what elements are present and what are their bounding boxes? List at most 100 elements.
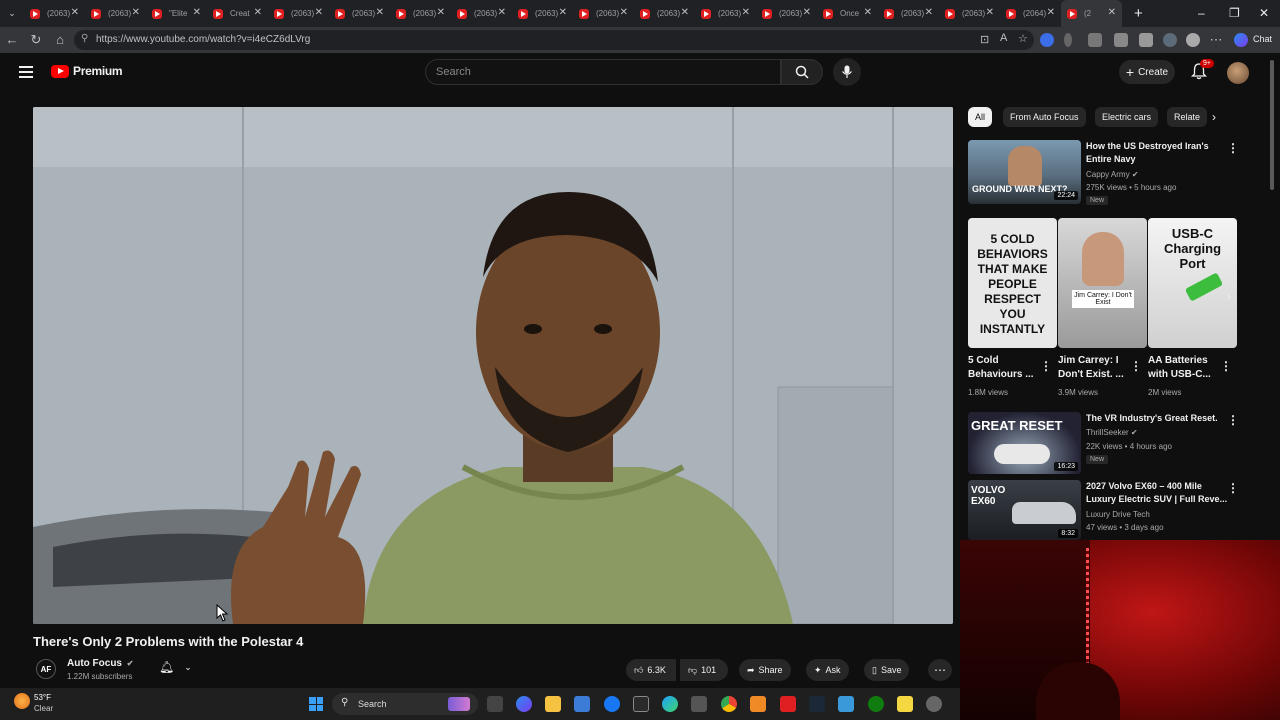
shield-icon[interactable] [1163,33,1177,47]
chip-all[interactable]: All [968,107,993,127]
short-title[interactable]: 5 Cold Behaviours ... [968,354,1038,382]
short-menu-icon[interactable]: ⋮ [1130,360,1142,372]
facebook-icon[interactable] [604,696,620,712]
favorites-icon[interactable] [1139,33,1153,47]
chip-from-channel[interactable]: From Auto Focus [1003,107,1086,127]
rec-title[interactable]: The VR Industry's Great Reset. [1086,412,1218,425]
rec-thumbnail[interactable]: VOLVO EX60 8:32 [968,480,1081,540]
create-button[interactable]: + Create [1119,60,1175,84]
tab-close-icon[interactable]: ✕ [559,8,567,18]
tab-close-icon[interactable]: ✕ [437,8,445,18]
rec-thumbnail[interactable]: GROUND WAR NEXT? 22:24 [968,140,1081,204]
copilot-icon[interactable] [1234,33,1248,47]
site-info-icon[interactable]: ⚲ [81,33,88,44]
short-thumbnail[interactable]: USB-C Charging Port [1148,218,1237,348]
weather-icon[interactable] [14,693,30,709]
short-thumbnail[interactable]: 5 COLD BEHAVIORS THAT MAKE PEOPLE RESPEC… [968,218,1057,348]
tab-close-icon[interactable]: ✕ [1108,8,1116,18]
rec-title[interactable]: 2027 Volvo EX60 – 400 Mile Luxury Electri… [1086,480,1227,506]
rec-menu-icon[interactable]: ⋮ [1227,414,1239,426]
xbox-icon[interactable] [868,696,884,712]
browser-tab[interactable]: (2064) ✕ [1000,0,1061,27]
back-icon[interactable]: ← [4,32,20,48]
tab-close-icon[interactable]: ✕ [742,8,750,18]
address-bar[interactable]: ⚲ https://www.youtube.com/watch?v=i4eCZ6… [74,30,1034,50]
browser-tab[interactable]: (2063) ✕ [390,0,451,27]
search-input[interactable]: Search [425,59,781,85]
browser-tab[interactable]: (2063) ✕ [756,0,817,27]
tab-close-icon[interactable]: ✕ [803,8,811,18]
hamburger-menu-icon[interactable] [19,66,33,78]
tab-close-icon[interactable]: ✕ [681,8,689,18]
store-icon[interactable] [574,696,590,712]
browser-tab[interactable]: (2063) ✕ [695,0,756,27]
browser-tab[interactable]: (2063) ✕ [634,0,695,27]
browser-tab[interactable]: (2063) ✕ [451,0,512,27]
short-title[interactable]: AA Batteries with USB-C... [1148,354,1218,382]
notifications-button[interactable]: 9+ [1191,59,1214,80]
chip-related[interactable]: Relate [1167,107,1207,127]
browser-tab[interactable]: (2063) ✕ [24,0,85,27]
extension-icon[interactable] [1040,33,1054,47]
subscription-notifications-button[interactable]: 🔔︎ ⌄ [159,660,192,674]
amazon-icon[interactable] [633,696,649,712]
rec-channel[interactable]: Luxury Drive Tech [1086,508,1150,521]
tab-close-icon[interactable]: ✕ [254,8,262,18]
chat-label[interactable]: Chat [1253,34,1272,44]
extensions-puzzle-icon[interactable] [1088,33,1102,47]
account-avatar[interactable] [1227,62,1249,84]
tab-close-icon[interactable]: ✕ [376,8,384,18]
youtube-premium-logo[interactable]: Premium [51,64,123,78]
window-close-icon[interactable]: ✕ [1259,6,1269,20]
tab-close-icon[interactable]: ✕ [315,8,323,18]
more-actions-button[interactable]: ⋯ [928,659,952,681]
channel-avatar[interactable]: AF [36,659,56,679]
save-button[interactable]: ▯ Save [864,659,910,681]
short-menu-icon[interactable]: ⋮ [1220,360,1232,372]
browser-tab[interactable]: (2063) ✕ [329,0,390,27]
reload-icon[interactable]: ↻ [28,32,44,48]
favorite-star-icon[interactable]: ☆ [1018,32,1028,45]
task-view-icon[interactable] [487,696,503,712]
copilot-taskbar-icon[interactable] [516,696,532,712]
chip-electric-cars[interactable]: Electric cars [1095,107,1159,127]
reader-mode-icon[interactable]: ⊡ [980,33,989,46]
youtube-taskbar-icon[interactable] [780,696,796,712]
video-player[interactable] [33,107,953,624]
maximize-icon[interactable]: ❐ [1229,6,1240,20]
calculator-icon[interactable] [691,696,707,712]
voice-search-button[interactable] [833,58,861,86]
browser-tab[interactable]: (2063) ✕ [85,0,146,27]
short-menu-icon[interactable]: ⋮ [1040,360,1052,372]
share-button[interactable]: ➦ Share [739,659,791,681]
home-icon[interactable]: ⌂ [52,32,68,48]
app-icon[interactable] [838,696,854,712]
channel-name[interactable]: Auto Focus ✔ [67,658,133,669]
taskbar-search[interactable]: ⚲ Search [332,693,478,715]
short-thumbnail[interactable]: Jim Carrey: I Don't Exist [1058,218,1147,348]
browser-tab[interactable]: (2 ✕ [1061,0,1122,27]
rec-thumbnail[interactable]: GREAT RESET 16:23 [968,412,1081,474]
extension-pin-icon[interactable] [1064,33,1072,47]
tab-close-icon[interactable]: ✕ [132,8,140,18]
chips-next-chevron-icon[interactable]: › [1212,110,1216,124]
chrome-icon[interactable] [721,696,737,712]
settings-gear-icon[interactable] [926,696,942,712]
tab-list-chevron-icon[interactable]: ⌄ [0,8,24,19]
ask-button[interactable]: ✦ Ask [806,659,849,681]
rec-title[interactable]: How the US Destroyed Iran's Entire Navy [1086,140,1209,166]
rec-menu-icon[interactable]: ⋮ [1227,142,1239,154]
vlc-icon[interactable] [750,696,766,712]
new-tab-button[interactable]: + [1134,5,1143,22]
windows-start-icon[interactable] [309,697,323,711]
browser-tab[interactable]: "Elite ✕ [146,0,207,27]
file-explorer-icon[interactable] [545,696,561,712]
rec-channel[interactable]: Cappy Army ✔ [1086,168,1139,181]
more-menu-icon[interactable]: ⋯ [1208,32,1224,48]
tab-close-icon[interactable]: ✕ [1047,8,1055,18]
profile-avatar[interactable] [1186,33,1200,47]
split-screen-icon[interactable] [1114,33,1128,47]
rec-menu-icon[interactable]: ⋮ [1227,482,1239,494]
read-aloud-icon[interactable]: A [1000,32,1007,44]
steam-icon[interactable] [809,696,825,712]
